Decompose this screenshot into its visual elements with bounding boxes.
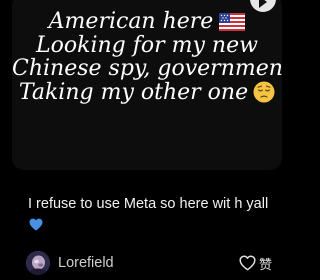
overlay-line-1-text: American here (48, 9, 214, 34)
us-flag-icon (219, 12, 246, 31)
author-row[interactable]: Lorefield (26, 250, 114, 276)
overlay-line-2: Looking for my new (36, 32, 258, 58)
overlay-line-3: Chinese spy, government (12, 56, 282, 81)
video-card[interactable]: American here Looking for my new Chinese… (12, 0, 282, 170)
overlay-line-4-text: Taking my other one (18, 79, 249, 105)
post-caption: I refuse to use Meta so here wit h yall (28, 193, 278, 237)
post-caption-text: I refuse to use Meta so here wit h yall (28, 196, 269, 212)
overlay-line-1: American here (12, 10, 282, 34)
play-icon (259, 0, 267, 8)
avatar[interactable] (26, 251, 50, 275)
heart-outline-icon (239, 255, 256, 271)
blue-heart-icon (29, 218, 43, 231)
author-name[interactable]: Lorefield (58, 255, 114, 271)
like-button[interactable]: 赞 (239, 252, 272, 274)
video-overlay-text: American here Looking for my new Chinese… (12, 10, 282, 104)
overlay-line-4: Taking my other one (12, 79, 282, 105)
pensive-face-icon (253, 81, 275, 103)
avatar-image-icon (26, 251, 50, 275)
like-label: 赞 (258, 257, 272, 273)
